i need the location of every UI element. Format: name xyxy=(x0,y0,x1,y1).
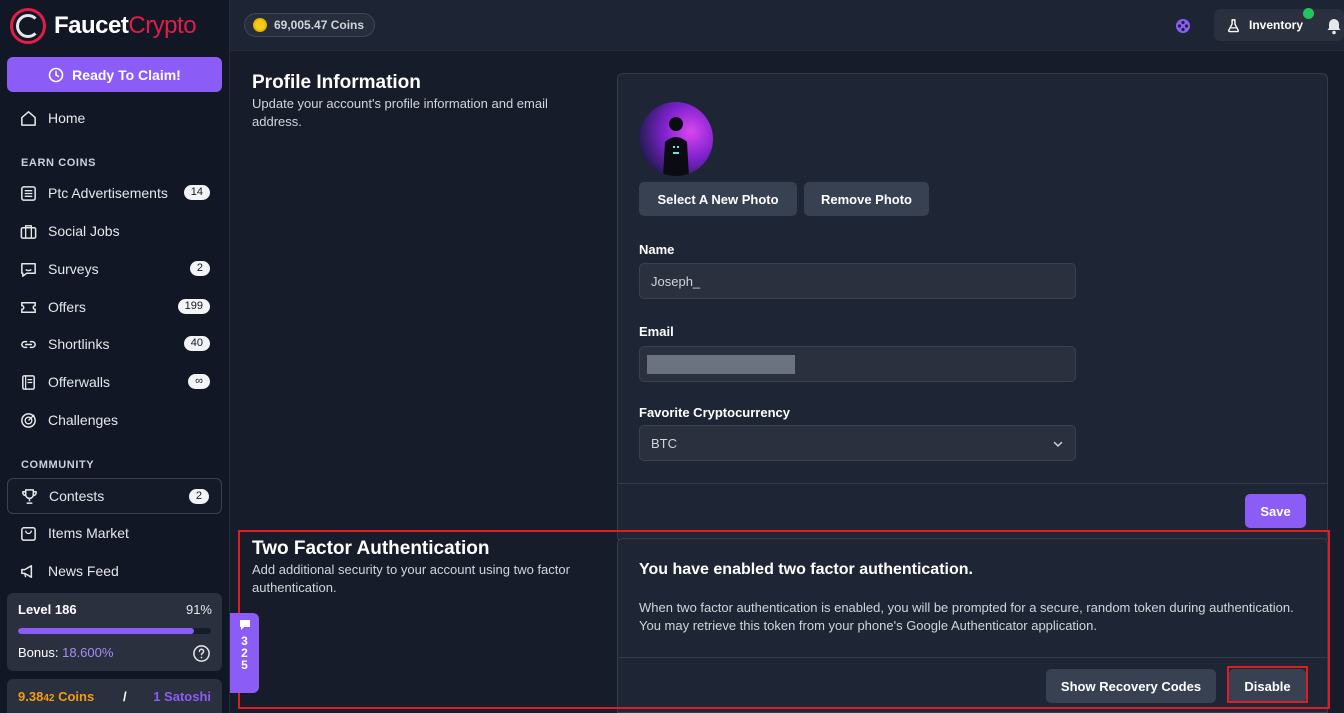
chat-tab[interactable]: 325 xyxy=(230,613,259,693)
email-label: Email xyxy=(639,324,674,339)
satoshi-balance: 1 Satoshi xyxy=(153,688,211,704)
list-icon xyxy=(21,185,36,201)
film-reel-icon[interactable] xyxy=(1175,18,1191,34)
question-icon[interactable] xyxy=(192,644,211,663)
avatar-silhouette-icon xyxy=(663,117,689,176)
top-bar: 69,005.47 Coins Inventory xyxy=(230,0,1344,51)
count-badge: 2 xyxy=(188,489,209,504)
count-badge: 40 xyxy=(183,336,210,351)
level-card: Level 186 91% Bonus: 18.600% xyxy=(7,593,222,671)
level-progress-fill xyxy=(18,628,194,634)
email-field[interactable] xyxy=(639,346,1076,382)
redacted-email xyxy=(647,354,795,374)
chat-online-count: 325 xyxy=(241,634,248,672)
name-field[interactable]: Joseph_ xyxy=(639,263,1076,299)
clock-icon xyxy=(48,67,64,82)
briefcase-icon xyxy=(20,224,37,239)
bonus-text: Bonus: 18.600% xyxy=(18,645,114,660)
name-label: Name xyxy=(639,242,675,257)
flask-icon xyxy=(1228,18,1239,32)
show-recovery-codes-button[interactable]: Show Recovery Codes xyxy=(1046,669,1216,703)
link-icon xyxy=(21,340,36,348)
favorite-crypto-label: Favorite Cryptocurrency xyxy=(639,405,790,420)
coin-icon xyxy=(253,18,267,32)
count-badge: ∞ xyxy=(188,374,210,389)
sidebar-item-surveys[interactable]: Surveys 2 xyxy=(7,251,222,287)
coins-balance-pill: 69,005.47 Coins xyxy=(244,13,376,37)
sidebar-item-shortlinks[interactable]: Shortlinks 40 xyxy=(7,326,222,362)
sidebar-item-news-feed[interactable]: News Feed xyxy=(7,553,222,589)
earn-coins-heading: EARN COINS xyxy=(21,157,97,169)
ticket-icon xyxy=(21,301,36,313)
community-heading: COMMUNITY xyxy=(21,459,95,471)
online-status-dot xyxy=(1303,8,1314,19)
chat-smile-icon xyxy=(21,262,36,277)
tfa-status-heading: You have enabled two factor authenticati… xyxy=(639,561,973,578)
inventory-button[interactable]: Inventory xyxy=(1214,9,1344,41)
book-icon xyxy=(22,374,35,390)
sidebar-item-offerwalls[interactable]: Offerwalls ∞ xyxy=(7,364,222,400)
select-new-photo-button[interactable]: Select A New Photo xyxy=(639,182,797,216)
sidebar-item-ptc-advertisements[interactable]: Ptc Advertisements 14 xyxy=(7,175,222,211)
sidebar-item-home[interactable]: Home xyxy=(7,100,222,136)
level-percent: 91% xyxy=(185,602,212,617)
remove-photo-button[interactable]: Remove Photo xyxy=(804,182,929,216)
profile-section-title: Profile Information xyxy=(252,72,421,93)
level-title: Level 186 xyxy=(18,602,77,617)
favorite-crypto-select[interactable]: BTC xyxy=(639,425,1076,461)
card-divider xyxy=(618,657,1327,658)
balance-separator: / xyxy=(123,688,127,704)
coin-balance: 9.3842 Coins xyxy=(18,688,95,704)
count-badge: 199 xyxy=(177,299,210,314)
chat-icon xyxy=(239,620,250,630)
logo[interactable]: FaucetCrypto xyxy=(10,8,197,44)
count-badge: 14 xyxy=(183,185,210,200)
count-badge: 2 xyxy=(189,261,210,276)
save-button[interactable]: Save xyxy=(1245,494,1306,528)
sidebar-item-contests[interactable]: Contests 2 xyxy=(7,478,222,514)
tfa-info-text: When two factor authentication is enable… xyxy=(639,600,1294,633)
tfa-card: You have enabled two factor authenticati… xyxy=(617,538,1328,713)
trophy-icon xyxy=(22,488,37,504)
card-divider xyxy=(618,483,1327,484)
bell-icon[interactable] xyxy=(1326,17,1342,35)
level-progress-bar xyxy=(18,628,211,634)
target-icon xyxy=(21,412,36,428)
bag-icon xyxy=(21,526,36,541)
sidebar: FaucetCrypto Ready To Claim! Home EARN C… xyxy=(0,0,230,713)
logo-icon xyxy=(10,8,46,44)
balance-card: 9.3842 Coins / 1 Satoshi xyxy=(7,679,222,713)
logo-text: FaucetCrypto xyxy=(54,12,197,39)
tfa-section-title: Two Factor Authentication xyxy=(252,538,490,559)
sidebar-item-items-market[interactable]: Items Market xyxy=(7,515,222,551)
profile-section-description: Update your account's profile informatio… xyxy=(252,96,548,129)
avatar xyxy=(639,102,713,176)
megaphone-icon xyxy=(21,564,33,578)
sidebar-item-challenges[interactable]: Challenges xyxy=(7,402,222,438)
chevron-down-icon xyxy=(1053,441,1063,448)
sidebar-item-offers[interactable]: Offers 199 xyxy=(7,289,222,325)
disable-2fa-button[interactable]: Disable xyxy=(1229,669,1306,703)
profile-card: Select A New Photo Remove Photo Name Jos… xyxy=(617,73,1328,543)
sidebar-item-social-jobs[interactable]: Social Jobs xyxy=(7,213,222,249)
home-icon xyxy=(21,110,36,126)
tfa-section-description: Add additional security to your account … xyxy=(252,562,570,595)
ready-to-claim-button[interactable]: Ready To Claim! xyxy=(7,57,222,92)
